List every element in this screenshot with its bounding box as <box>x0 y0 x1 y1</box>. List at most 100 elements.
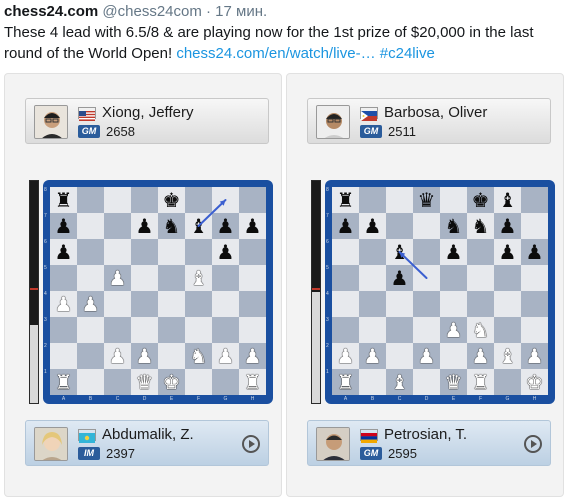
board-square[interactable] <box>104 187 131 213</box>
board-square[interactable] <box>239 187 266 213</box>
board-square[interactable] <box>158 317 185 343</box>
board-square[interactable] <box>77 317 104 343</box>
board-square[interactable]: ♝ <box>494 343 521 369</box>
board-square[interactable]: ♟ <box>212 343 239 369</box>
board-square[interactable] <box>239 239 266 265</box>
player-name[interactable]: Abdumalik, Z. <box>102 426 194 443</box>
board-square[interactable]: ♟ <box>521 239 548 265</box>
board-square[interactable] <box>359 187 386 213</box>
chess-board[interactable]: ♜ ♚ ♟ ♟ ♞ ♝ ♟ ♟ ♟ ♟ ♟ ♝ ♟ ♟ ♟ ♟ ♞ ♟ ♟ ♜ ♛ ♚ ♜ <box>50 187 266 395</box>
black-king-icon[interactable]: ♚ <box>472 190 490 210</box>
black-bishop-icon[interactable]: ♝ <box>190 216 208 236</box>
board-square[interactable]: ♟ <box>104 265 131 291</box>
white-rook-icon[interactable]: ♜ <box>244 372 262 392</box>
black-bishop-icon[interactable]: ♝ <box>499 190 517 210</box>
board-square[interactable] <box>212 369 239 395</box>
board-square[interactable] <box>332 239 359 265</box>
white-pawn-icon[interactable]: ♟ <box>472 346 490 366</box>
black-pawn-icon[interactable]: ♟ <box>445 242 463 262</box>
white-pawn-icon[interactable]: ♟ <box>526 346 544 366</box>
board-square[interactable]: ♞ <box>467 213 494 239</box>
white-king-icon[interactable]: ♚ <box>526 372 544 392</box>
board-square[interactable]: ♜ <box>50 187 77 213</box>
chess-board[interactable]: ♜ ♛ ♚ ♝ ♟ ♟ ♞ ♞ ♟ ♝ ♟ ♟ ♟ ♟ ♟ ♞ ♟ ♟ ♟ ♟ ♝ ♟ ♜ ♝ ♛ ♜ ♚ <box>332 187 548 395</box>
tweet-handle[interactable]: @chess24com <box>102 3 201 20</box>
board-square[interactable]: ♟ <box>413 343 440 369</box>
black-pawn-icon[interactable]: ♟ <box>217 242 235 262</box>
board-square[interactable]: ♟ <box>239 343 266 369</box>
board-square[interactable] <box>467 239 494 265</box>
board-square[interactable] <box>494 369 521 395</box>
board-square[interactable] <box>104 213 131 239</box>
black-pawn-icon[interactable]: ♟ <box>526 242 544 262</box>
board-square[interactable]: ♝ <box>185 265 212 291</box>
board-square[interactable] <box>77 213 104 239</box>
black-pawn-icon[interactable]: ♟ <box>364 216 382 236</box>
board-square[interactable]: ♟ <box>332 213 359 239</box>
board-square[interactable] <box>212 187 239 213</box>
board-square[interactable] <box>158 343 185 369</box>
black-rook-icon[interactable]: ♜ <box>55 190 73 210</box>
white-queen-icon[interactable]: ♛ <box>445 372 463 392</box>
board-square[interactable]: ♟ <box>50 239 77 265</box>
white-queen-icon[interactable]: ♛ <box>136 372 154 392</box>
board-square[interactable] <box>185 369 212 395</box>
white-pawn-icon[interactable]: ♟ <box>217 346 235 366</box>
board-square[interactable] <box>104 239 131 265</box>
board-square[interactable]: ♟ <box>386 265 413 291</box>
black-bishop-icon[interactable]: ♝ <box>391 242 409 262</box>
black-queen-icon[interactable]: ♛ <box>418 190 436 210</box>
board-square[interactable]: ♜ <box>467 369 494 395</box>
board-square[interactable] <box>359 265 386 291</box>
board-square[interactable] <box>332 291 359 317</box>
white-rook-icon[interactable]: ♜ <box>55 372 73 392</box>
board-square[interactable]: ♟ <box>50 291 77 317</box>
white-king-icon[interactable]: ♚ <box>163 372 181 392</box>
tweet-time[interactable]: · 17 мин. <box>206 3 267 20</box>
board-square[interactable] <box>494 265 521 291</box>
board-square[interactable] <box>386 213 413 239</box>
white-bishop-icon[interactable]: ♝ <box>499 346 517 366</box>
board-square[interactable] <box>386 317 413 343</box>
board-square[interactable] <box>386 343 413 369</box>
black-pawn-icon[interactable]: ♟ <box>499 242 517 262</box>
board-square[interactable] <box>386 187 413 213</box>
board-square[interactable] <box>131 239 158 265</box>
black-king-icon[interactable]: ♚ <box>163 190 181 210</box>
board-square[interactable]: ♟ <box>467 343 494 369</box>
board-square[interactable] <box>440 265 467 291</box>
board-square[interactable] <box>158 291 185 317</box>
board-square[interactable] <box>185 239 212 265</box>
board-square[interactable]: ♟ <box>104 343 131 369</box>
board-square[interactable] <box>413 213 440 239</box>
board-square[interactable]: ♜ <box>332 369 359 395</box>
board-square[interactable] <box>467 291 494 317</box>
board-square[interactable] <box>386 291 413 317</box>
white-pawn-icon[interactable]: ♟ <box>445 320 463 340</box>
board-square[interactable]: ♟ <box>212 213 239 239</box>
black-pawn-icon[interactable]: ♟ <box>55 242 73 262</box>
black-pawn-icon[interactable]: ♟ <box>55 216 73 236</box>
board-square[interactable]: ♞ <box>440 213 467 239</box>
player-name[interactable]: Xiong, Jeffery <box>102 104 193 121</box>
black-pawn-icon[interactable]: ♟ <box>136 216 154 236</box>
board-square[interactable]: ♛ <box>440 369 467 395</box>
board-square[interactable] <box>413 239 440 265</box>
board-square[interactable] <box>212 291 239 317</box>
white-pawn-icon[interactable]: ♟ <box>244 346 262 366</box>
black-knight-icon[interactable]: ♞ <box>163 216 181 236</box>
white-bishop-icon[interactable]: ♝ <box>391 372 409 392</box>
board-square[interactable] <box>359 291 386 317</box>
white-pawn-icon[interactable]: ♟ <box>82 294 100 314</box>
board-square[interactable] <box>413 317 440 343</box>
board-square[interactable] <box>131 317 158 343</box>
board-square[interactable]: ♞ <box>158 213 185 239</box>
white-bishop-icon[interactable]: ♝ <box>190 268 208 288</box>
board-square[interactable] <box>131 291 158 317</box>
black-knight-icon[interactable]: ♞ <box>445 216 463 236</box>
board-square[interactable] <box>239 291 266 317</box>
black-pawn-icon[interactable]: ♟ <box>337 216 355 236</box>
board-square[interactable]: ♝ <box>185 213 212 239</box>
board-square[interactable]: ♝ <box>386 369 413 395</box>
tweet-media[interactable]: Xiong, Jeffery GM 2658 87654321 ♜ ♚ ♟ ♟ ♞ ♝ ♟ ♟… <box>2 73 566 497</box>
